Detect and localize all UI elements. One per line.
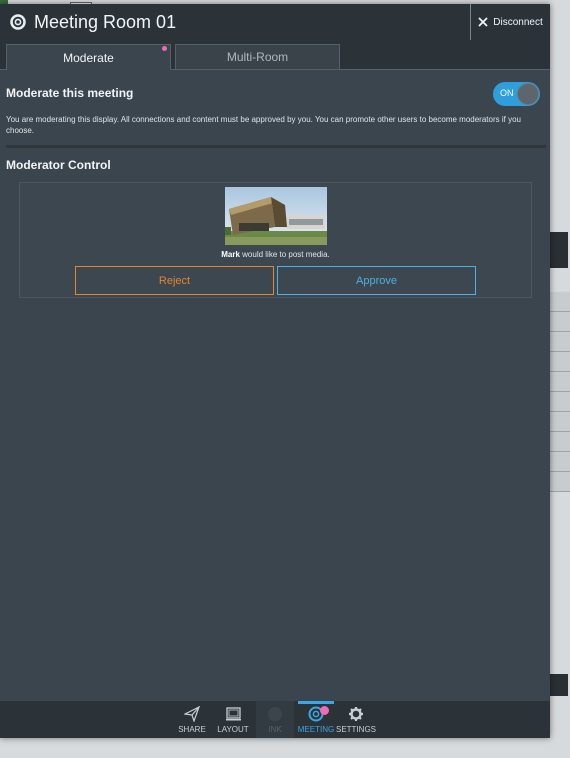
disconnect-button[interactable]: Disconnect [470,4,550,40]
moderate-toggle[interactable]: ON [493,82,540,106]
media-thumbnail [225,187,327,245]
request-caption: Mark would like to post media. [20,250,531,259]
notification-badge [320,706,329,715]
toolbar-ink-button[interactable]: INK [256,701,294,738]
toolbar-meeting-button[interactable]: MEETING [296,701,336,738]
approve-button[interactable]: Approve [277,266,476,295]
background-app-fragment [550,674,568,696]
reject-button[interactable]: Reject [75,266,274,295]
close-icon [478,17,488,27]
background-app-fragment [548,292,570,492]
toolbar-label: LAYOUT [217,725,249,734]
toolbar-share-button[interactable]: SHARE [172,701,212,738]
share-icon [184,706,200,722]
toolbar-settings-button[interactable]: SETTINGS [336,701,376,738]
media-request-card: Mark would like to post media. Reject Ap… [19,182,532,298]
tab-multi-room[interactable]: Multi-Room [175,44,340,70]
settings-icon [349,707,363,721]
moderate-heading: Moderate this meeting [6,86,134,100]
building-photo-image [225,187,327,245]
toolbar-layout-button[interactable]: LAYOUT [213,701,253,738]
active-indicator [298,701,334,704]
window-title: Meeting Room 01 [34,11,177,32]
title-bar: Meeting Room 01 Disconnect [0,4,550,40]
notification-badge [162,46,167,51]
background-app-fragment [550,232,568,268]
moderator-control-heading: Moderator Control [6,158,111,172]
tab-bar: Moderate Multi-Room [0,40,550,70]
toolbar-label: SETTINGS [336,725,377,734]
section-divider [6,145,546,148]
toolbar-label: SHARE [178,725,206,734]
toggle-knob [517,83,539,105]
tab-moderate[interactable]: Moderate [6,44,171,70]
request-message: would like to post media. [239,250,330,259]
bottom-toolbar: SHARE LAYOUT INK MEETING SETTINGS [0,701,550,738]
layout-icon [226,707,241,721]
toolbar-label: MEETING [297,725,335,734]
tab-label: Moderate [63,50,114,65]
toolbar-label: INK [268,725,282,734]
moderate-description: You are moderating this display. All con… [6,115,521,135]
disconnect-label: Disconnect [493,16,543,28]
meeting-room-panel: Meeting Room 01 Disconnect Moderate Mult… [0,4,550,738]
toggle-state-label: ON [500,88,514,98]
requesting-user: Mark [221,250,240,259]
tab-label: Multi-Room [226,50,289,64]
room-logo-icon [10,14,26,30]
ink-icon [268,707,282,721]
